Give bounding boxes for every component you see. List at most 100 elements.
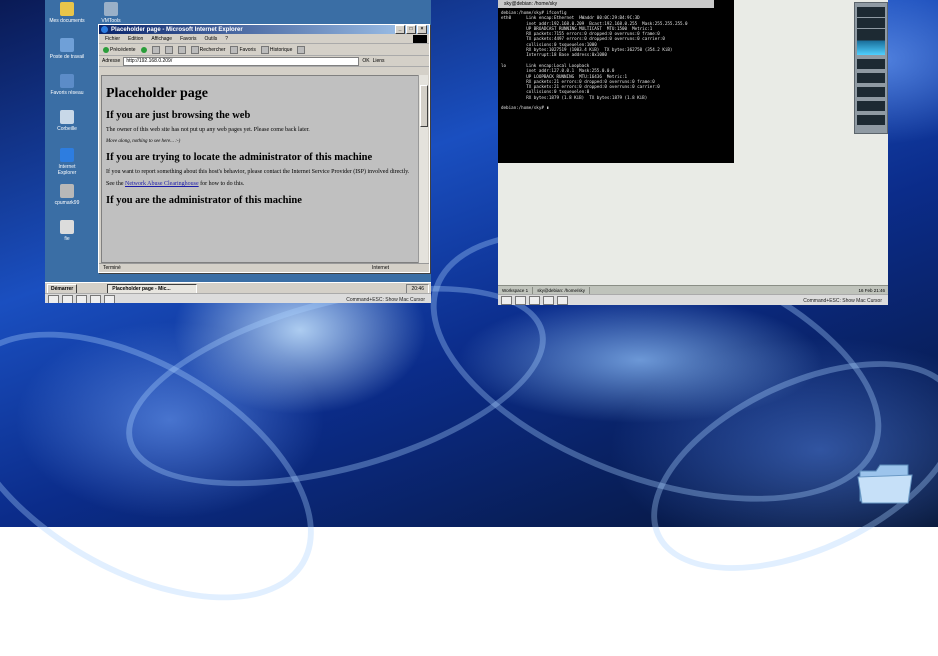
desktop-icon[interactable]: fie xyxy=(49,220,85,242)
paragraph: The owner of this web site has not put u… xyxy=(106,127,310,133)
vm-status-bar: Command+ESC: Show Mac Cursor xyxy=(498,294,888,305)
menu-outils[interactable]: Outils xyxy=(204,36,217,42)
menu-favoris[interactable]: Favoris xyxy=(180,36,196,42)
recycle-bin-icon xyxy=(60,110,74,124)
refresh-button[interactable] xyxy=(164,45,173,54)
desktop-icon[interactable]: VMTools xyxy=(93,2,129,24)
ie-title: Placeholder page - Microsoft Internet Ex… xyxy=(111,26,243,33)
taskbar-item-ie[interactable]: Placeholder page - Mic... xyxy=(107,283,198,294)
home-icon xyxy=(177,45,186,54)
menu-help[interactable]: ? xyxy=(225,36,228,42)
computer-icon xyxy=(60,38,74,52)
file-icon xyxy=(60,220,74,234)
desktop-icon-label: fie xyxy=(64,236,70,242)
desktop-icon[interactable]: Favoris réseau xyxy=(49,74,85,96)
links-button[interactable]: Liens xyxy=(373,58,385,64)
mem-meter xyxy=(857,18,885,28)
ie-status-bar: Terminé Internet xyxy=(99,263,429,272)
go-button[interactable]: OK xyxy=(362,58,369,64)
favorites-icon xyxy=(230,45,239,54)
terminal-title: sky@debian: /home/sky xyxy=(498,0,714,8)
terminal-window[interactable]: sky@debian: /home/sky debian:/home/sky# … xyxy=(498,0,734,163)
windows-vm-window[interactable]: Mes documents VMTools Poste de travail Favo… xyxy=(45,0,431,303)
mail-icon xyxy=(297,45,306,54)
section-heading: If you are trying to locate the administ… xyxy=(106,152,373,163)
url-input[interactable]: http://192.168.0.209/ xyxy=(123,56,360,66)
network-icon xyxy=(60,74,74,88)
address-bar: Adresse http://192.168.0.209/ OK Liens xyxy=(99,56,429,67)
forward-arrow-icon xyxy=(140,46,147,53)
sound-icon[interactable] xyxy=(557,296,568,305)
menu-affichage[interactable]: Affichage xyxy=(151,36,172,42)
desktop-icon-label: Internet Explorer xyxy=(57,164,77,176)
search-button[interactable]: Rechercher xyxy=(190,45,225,54)
usb-icon[interactable] xyxy=(90,295,101,303)
system-tray-clock: 20:46 xyxy=(406,283,429,294)
section-heading: If you are the administrator of this mac… xyxy=(106,195,302,206)
cursor-hint: Command+ESC: Show Mac Cursor xyxy=(346,296,425,303)
desktop-icon[interactable]: Poste de travail xyxy=(49,38,85,60)
cpu-meter xyxy=(857,7,885,17)
cursor-hint: Command+ESC: Show Mac Cursor xyxy=(803,297,882,304)
network-icon[interactable] xyxy=(76,295,87,303)
cd-icon[interactable] xyxy=(515,296,526,305)
close-button[interactable]: × xyxy=(417,25,427,34)
stop-button[interactable] xyxy=(151,45,160,54)
forward-button[interactable] xyxy=(140,46,147,53)
page-heading: Placeholder page xyxy=(106,86,209,101)
history-button[interactable]: Historique xyxy=(260,45,292,54)
favorites-button[interactable]: Favoris xyxy=(230,45,256,54)
home-button[interactable] xyxy=(177,45,186,54)
ie-window[interactable]: Placeholder page - Microsoft Internet Ex… xyxy=(98,24,430,273)
history-icon xyxy=(260,45,269,54)
desktop-icon[interactable]: Internet Explorer xyxy=(49,148,85,176)
section-heading: If you are just browsing the web xyxy=(106,110,251,121)
desktop-icon-label: Poste de travail xyxy=(49,54,85,60)
folder-icon[interactable] xyxy=(856,461,914,507)
panel-clock: 16 Feb 21:46 xyxy=(858,287,885,293)
network-icon[interactable] xyxy=(529,296,540,305)
desktop-icon[interactable]: cpumark99 xyxy=(49,184,85,206)
abuse-link[interactable]: Network Abuse Clearinghouse xyxy=(125,181,199,187)
cd-icon[interactable] xyxy=(62,295,73,303)
terminal-output[interactable]: debian:/home/sky# ifconfig eth0 Link enc… xyxy=(498,8,734,113)
linux-vm-window[interactable]: sky@debian: /home/sky debian:/home/sky# … xyxy=(498,0,888,305)
disk-icon[interactable] xyxy=(48,295,59,303)
linux-panel: Workspace 1 sky@debian: /home/sky 16 Feb… xyxy=(498,285,888,294)
ie-menu-bar: Fichier Edition Affichage Favoris Outils… xyxy=(99,34,429,44)
disk-meter xyxy=(857,73,885,83)
back-button[interactable]: Précédente xyxy=(103,46,136,53)
usb-icon[interactable] xyxy=(543,296,554,305)
mail-button[interactable] xyxy=(297,45,306,54)
menu-fichier[interactable]: Fichier xyxy=(105,36,120,42)
paragraph: See the Network Abuse Clearinghouse for … xyxy=(106,181,245,187)
desktop-icon[interactable]: Mes documents xyxy=(49,2,85,24)
system-monitor-dockapp xyxy=(854,2,888,134)
clock-meter xyxy=(857,101,885,111)
desktop-icon-label: Mes documents xyxy=(49,18,85,24)
desktop-icon[interactable]: Corbeille xyxy=(49,110,85,132)
address-label: Adresse xyxy=(102,58,121,64)
disk-icon[interactable] xyxy=(501,296,512,305)
page-content: Placeholder page If you are just browsin… xyxy=(101,75,427,263)
minimize-button[interactable]: _ xyxy=(395,25,405,34)
refresh-icon xyxy=(164,45,173,54)
desktop-icon-label: Favoris réseau xyxy=(50,90,84,96)
sound-icon[interactable] xyxy=(104,295,115,303)
ie-title-bar[interactable]: Placeholder page - Microsoft Internet Ex… xyxy=(99,25,429,34)
task-terminal[interactable]: sky@debian: /home/sky xyxy=(533,286,591,294)
start-button[interactable]: Démarrer xyxy=(47,283,78,294)
vertical-scrollbar[interactable] xyxy=(418,75,428,263)
maximize-button[interactable]: □ xyxy=(406,25,416,34)
menu-edition[interactable]: Edition xyxy=(128,36,143,42)
scrollbar-thumb[interactable] xyxy=(420,85,428,127)
ie-toolbar: Précédente Rechercher Favoris Historique xyxy=(99,44,429,56)
desktop-icon-label: Corbeille xyxy=(57,126,77,132)
search-icon xyxy=(190,45,199,54)
back-arrow-icon xyxy=(103,46,109,53)
workspace-button[interactable]: Workspace 1 xyxy=(498,286,534,294)
stop-icon xyxy=(151,45,160,54)
paragraph: If you want to report something about th… xyxy=(106,169,410,175)
ie-icon xyxy=(101,26,108,33)
ie-icon xyxy=(60,148,74,162)
